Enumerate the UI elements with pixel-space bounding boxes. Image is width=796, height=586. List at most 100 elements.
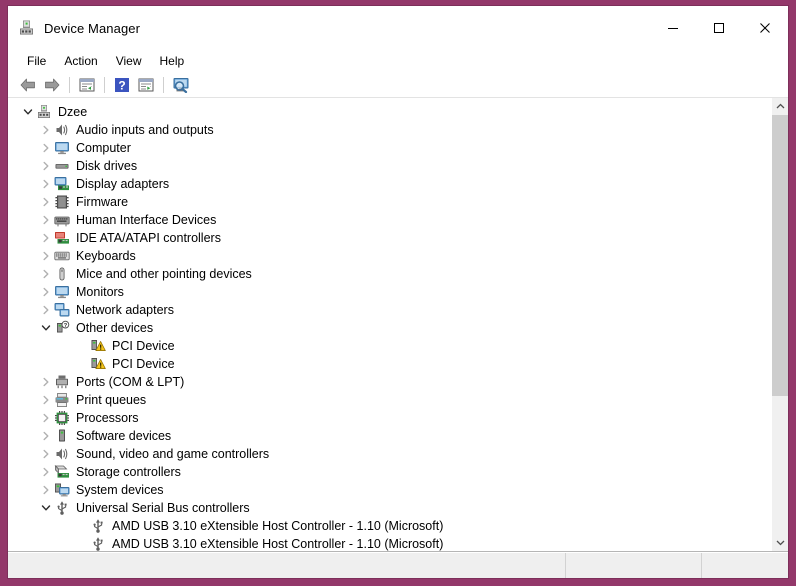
status-pane-2 [566, 553, 702, 578]
tree-item[interactable]: Human Interface Devices [8, 211, 771, 229]
tree-item-label: Sound, video and game controllers [76, 447, 270, 461]
chevron-right-icon[interactable] [38, 482, 54, 498]
keyboard-icon [54, 248, 70, 264]
ide-controller-icon [54, 230, 70, 246]
port-icon [54, 374, 70, 390]
chevron-right-icon[interactable] [38, 464, 54, 480]
chevron-right-icon[interactable] [38, 230, 54, 246]
tree-item[interactable]: Network adapters [8, 301, 771, 319]
speaker-icon [54, 446, 70, 462]
chevron-right-icon[interactable] [38, 158, 54, 174]
tree-item-label: Mice and other pointing devices [76, 267, 252, 281]
desktop-background: Device Manager File Action View Help ? D… [0, 0, 796, 586]
scrollbar-thumb[interactable] [772, 115, 788, 396]
chevron-right-icon[interactable] [38, 266, 54, 282]
tree-item[interactable]: ? Other devices [8, 319, 771, 337]
tree-item-label: Other devices [76, 321, 154, 335]
tree-item-label: System devices [76, 483, 164, 497]
toolbar-separator-1 [69, 76, 70, 93]
chevron-right-icon[interactable] [38, 122, 54, 138]
tree-item-label: Storage controllers [76, 465, 181, 479]
tree-item-label: AMD USB 3.10 eXtensible Host Controller … [112, 537, 444, 551]
tree-item[interactable]: Dzee [8, 103, 771, 121]
chevron-right-icon[interactable] [38, 212, 54, 228]
properties-button[interactable] [75, 74, 99, 96]
menu-file[interactable]: File [18, 52, 55, 70]
chevron-right-icon[interactable] [38, 392, 54, 408]
tree-item[interactable]: AMD USB 3.10 eXtensible Host Controller … [8, 535, 771, 551]
chevron-right-icon[interactable] [38, 176, 54, 192]
chevron-right-icon[interactable] [38, 140, 54, 156]
pci-device-warning-icon [90, 338, 106, 354]
back-button[interactable] [16, 74, 40, 96]
tree-item[interactable]: Software devices [8, 427, 771, 445]
tree-item[interactable]: AMD USB 3.10 eXtensible Host Controller … [8, 517, 771, 535]
tree-item[interactable]: Processors [8, 409, 771, 427]
tree-item-label: Firmware [76, 195, 129, 209]
tree-item[interactable]: Disk drives [8, 157, 771, 175]
chevron-right-icon[interactable] [38, 284, 54, 300]
tree-item-label: Monitors [76, 285, 124, 299]
tree-item[interactable]: Mice and other pointing devices [8, 265, 771, 283]
tree-item-label: PCI Device [112, 339, 175, 353]
tree-item-label: Human Interface Devices [76, 213, 217, 227]
status-pane-1 [8, 553, 566, 578]
chevron-right-icon[interactable] [38, 410, 54, 426]
tree-item-label: Print queues [76, 393, 147, 407]
firmware-chip-icon [54, 194, 70, 210]
chevron-down-icon[interactable] [38, 320, 54, 336]
menu-action[interactable]: Action [55, 52, 106, 70]
software-device-icon [54, 428, 70, 444]
chevron-right-icon[interactable] [38, 194, 54, 210]
tree-item[interactable]: Display adapters [8, 175, 771, 193]
tree-item-label: Disk drives [76, 159, 138, 173]
scroll-down-icon[interactable] [772, 534, 788, 551]
scroll-up-icon[interactable] [772, 98, 788, 115]
close-button[interactable] [742, 6, 788, 50]
scrollbar-track[interactable] [772, 115, 788, 534]
maximize-button[interactable] [696, 6, 742, 50]
tree-item[interactable]: IDE ATA/ATAPI controllers [8, 229, 771, 247]
storage-controller-icon [54, 464, 70, 480]
chevron-right-icon[interactable] [38, 446, 54, 462]
tree-item[interactable]: Print queues [8, 391, 771, 409]
tree-item[interactable]: Audio inputs and outputs [8, 121, 771, 139]
speaker-icon [54, 122, 70, 138]
tree-item[interactable]: Universal Serial Bus controllers [8, 499, 771, 517]
toolbar-separator-3 [163, 76, 164, 93]
help-button[interactable]: ? [110, 74, 134, 96]
tree-item[interactable]: Storage controllers [8, 463, 771, 481]
menu-view[interactable]: View [107, 52, 151, 70]
device-tree[interactable]: Dzee Audio inputs and outputs Computer Disk… [8, 98, 771, 551]
menu-help[interactable]: Help [151, 52, 194, 70]
tree-item[interactable]: System devices [8, 481, 771, 499]
tree-item[interactable]: PCI Device [8, 337, 771, 355]
tree-item-label: PCI Device [112, 357, 175, 371]
tree-item[interactable]: Computer [8, 139, 771, 157]
chevron-right-icon[interactable] [38, 302, 54, 318]
monitor-icon [54, 284, 70, 300]
forward-button[interactable] [40, 74, 64, 96]
tree-item[interactable]: PCI Device [8, 355, 771, 373]
vertical-scrollbar[interactable] [771, 98, 788, 551]
window-title: Device Manager [44, 20, 141, 36]
tree-item[interactable]: Ports (COM & LPT) [8, 373, 771, 391]
chevron-down-icon[interactable] [20, 104, 36, 120]
tree-item[interactable]: Firmware [8, 193, 771, 211]
chevron-right-icon[interactable] [38, 248, 54, 264]
tree-item[interactable]: Sound, video and game controllers [8, 445, 771, 463]
tree-item[interactable]: Monitors [8, 283, 771, 301]
chevron-right-icon[interactable] [38, 374, 54, 390]
hid-keyboard-icon [54, 212, 70, 228]
chevron-down-icon[interactable] [38, 500, 54, 516]
minimize-button[interactable] [650, 6, 696, 50]
scan-for-hardware-changes-button[interactable] [169, 74, 193, 96]
disk-drive-icon [54, 158, 70, 174]
tree-item-label: Processors [76, 411, 139, 425]
title-bar[interactable]: Device Manager [8, 6, 788, 50]
show-hidden-devices-button[interactable] [134, 74, 158, 96]
tree-item[interactable]: Keyboards [8, 247, 771, 265]
content-area: Dzee Audio inputs and outputs Computer Disk… [8, 98, 788, 552]
chevron-right-icon[interactable] [38, 428, 54, 444]
